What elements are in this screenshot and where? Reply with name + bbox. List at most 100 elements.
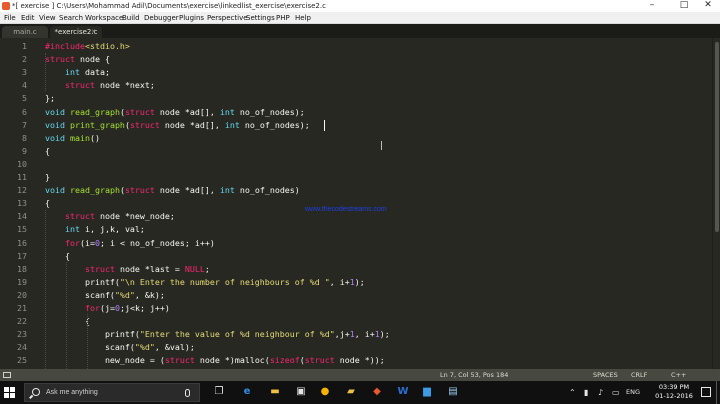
line-number: 7	[22, 119, 27, 130]
minimize-button[interactable]: –	[640, 0, 664, 12]
code-line[interactable]: struct node *last = NULL;	[45, 263, 210, 276]
tab-main-c[interactable]: main.c	[2, 26, 48, 38]
line-number: 18	[17, 263, 27, 274]
show-desktop-button[interactable]	[716, 381, 720, 404]
app-icon-blue[interactable]: ▆	[420, 385, 434, 399]
menu-build[interactable]: Build	[122, 12, 140, 24]
tab-close-icon[interactable]: ×	[91, 26, 96, 38]
taskbar-clock[interactable]: 03:39 PM 01-12-2016	[652, 383, 696, 401]
code-line[interactable]: void print_graph(struct node *ad[], int …	[45, 119, 310, 132]
network-icon[interactable]: ▮	[584, 381, 588, 404]
menu-plugins[interactable]: Plugins	[179, 12, 204, 24]
code-line[interactable]: new_node = (struct node *)malloc(sizeof(…	[45, 354, 385, 367]
code-line[interactable]: void read_graph(struct node *ad[], int n…	[45, 106, 305, 119]
app-icon-light[interactable]: ▤	[446, 385, 460, 399]
code-line[interactable]: {	[45, 197, 50, 210]
code-line[interactable]: {	[45, 250, 70, 263]
show-hidden-icons-icon[interactable]: ⌃	[569, 381, 576, 404]
folder-icon[interactable]: ▰	[344, 385, 358, 399]
code-line[interactable]: void read_graph(struct node *ad[], int n…	[45, 184, 300, 197]
vertical-scrollbar[interactable]	[712, 38, 720, 369]
menu-bar: File Edit View Search Workspace Build De…	[0, 12, 720, 24]
tab-label: main.c	[13, 28, 37, 36]
close-button[interactable]: ✕	[696, 0, 720, 12]
line-number: 22	[17, 316, 27, 327]
code-line[interactable]: for(i=0; i < no_of_nodes; i++)	[45, 237, 215, 250]
scrollbar-thumb[interactable]	[715, 42, 719, 232]
menu-perspective[interactable]: Perspective	[207, 12, 248, 24]
code-line[interactable]: };	[45, 92, 55, 105]
code-editor[interactable]: 1 2 3 4 5 6 7 8 9 10 11 12 13 14 15 16 17 18 19 20 21 22 23 24 2…	[0, 38, 712, 369]
code-line[interactable]: printf("\n Enter the number of neighbour…	[45, 276, 365, 289]
volume-icon[interactable]: ♪	[598, 381, 603, 404]
code-line[interactable]: {	[45, 145, 50, 158]
line-number: 5	[22, 93, 27, 104]
code-line[interactable]: struct node *new_node;	[45, 210, 175, 223]
file-explorer-icon[interactable]: ▬	[268, 385, 282, 399]
text-cursor	[324, 120, 325, 131]
menu-debugger[interactable]: Debugger	[144, 12, 179, 24]
window-title: *[ exercise ] C:\Users\Mohammad Adil\Doc…	[12, 2, 326, 10]
line-number: 11	[17, 172, 27, 182]
line-number: 9	[22, 145, 27, 156]
console-icon[interactable]	[3, 372, 11, 378]
menu-help[interactable]: Help	[295, 12, 311, 24]
menu-file[interactable]: File	[4, 12, 16, 24]
clock-time: 03:39 PM	[658, 383, 690, 391]
code-line[interactable]: scanf("%d", &k);	[45, 289, 165, 302]
taskbar-search-box[interactable]: Ask me anything	[24, 383, 200, 402]
line-number: 8	[22, 132, 27, 143]
store-icon[interactable]: ▣	[294, 385, 308, 399]
line-number: 15	[17, 224, 27, 235]
menu-search[interactable]: Search	[59, 12, 83, 24]
line-number: 3	[22, 67, 27, 78]
menu-php[interactable]: PHP	[276, 12, 290, 24]
line-number: 21	[17, 303, 27, 313]
search-icon	[32, 388, 40, 396]
taskbar: Ask me anything ❐ e ▬ ▣ ● ▰ ◆ W ▆ ▤ ⌃ ▮ …	[0, 381, 720, 404]
code-line[interactable]: void main()	[45, 132, 100, 145]
windows-start-icon[interactable]	[4, 387, 16, 399]
maximize-button[interactable]: □	[672, 0, 696, 12]
line-number: 17	[17, 250, 27, 261]
line-number: 24	[17, 342, 27, 353]
menu-view[interactable]: View	[39, 12, 56, 24]
codelite-icon[interactable]: ◆	[370, 385, 384, 399]
line-number: 19	[17, 276, 27, 287]
line-number: 12	[17, 185, 27, 196]
microphone-icon[interactable]	[185, 389, 190, 397]
code-line[interactable]: printf("Enter the value of %d neighbour …	[45, 328, 390, 341]
chrome-icon[interactable]: ●	[318, 385, 332, 399]
line-ending-setting[interactable]: CRLF	[631, 369, 647, 381]
task-view-icon[interactable]: ❐	[212, 385, 226, 399]
menu-settings[interactable]: Settings	[246, 12, 275, 24]
menu-edit[interactable]: Edit	[21, 12, 35, 24]
code-line[interactable]: }	[45, 171, 50, 184]
code-line[interactable]: for(j=0;j<k; j++)	[45, 302, 170, 315]
code-line[interactable]: struct node {	[45, 53, 110, 66]
language-indicator[interactable]: ENG	[626, 381, 640, 404]
code-line[interactable]: scanf("%d", &val);	[45, 341, 195, 354]
line-number: 10	[17, 158, 27, 169]
line-number: 23	[17, 329, 27, 340]
indent-guide	[66, 262, 67, 369]
notifications-icon[interactable]	[701, 387, 711, 397]
battery-icon[interactable]: ▭	[612, 381, 620, 404]
syntax-setting[interactable]: C++	[671, 369, 686, 381]
line-number: 14	[17, 211, 27, 222]
tab-exercise2-c[interactable]: *exercise2.c ×	[50, 26, 102, 38]
word-icon[interactable]: W	[396, 385, 410, 399]
mouse-ibeam-icon	[381, 141, 382, 150]
line-number: 6	[22, 106, 27, 117]
indentation-setting[interactable]: SPACES	[593, 369, 618, 381]
code-line[interactable]: {	[45, 315, 90, 328]
code-line[interactable]: struct node *next;	[45, 79, 155, 92]
code-line[interactable]: int data;	[45, 66, 110, 79]
code-line[interactable]: int i, j,k, val;	[45, 223, 145, 236]
line-number: 25	[17, 355, 27, 366]
code-line[interactable]: #include<stdio.h>	[45, 40, 130, 53]
edge-browser-icon[interactable]: e	[240, 385, 254, 399]
menu-workspace[interactable]: Workspace	[85, 12, 123, 24]
search-placeholder: Ask me anything	[46, 389, 98, 396]
watermark: www.thecodestreams.com	[305, 206, 387, 213]
